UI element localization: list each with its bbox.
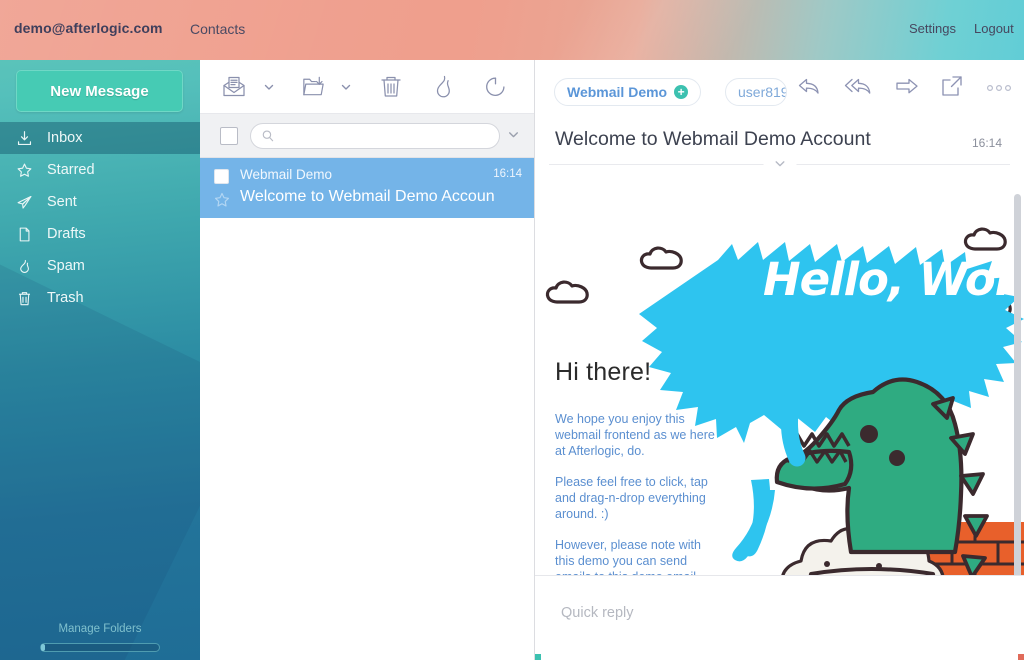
top-header: demo@afterlogic.com Contacts Settings Lo… [0,0,1024,60]
message-body-scrollbar[interactable] [1014,194,1021,579]
folder-list: Inbox Starred Sent Drafts Spam Trash [0,122,200,314]
sidebar-item-label: Drafts [47,225,86,242]
recipient-pill-label: user819 [738,84,787,100]
speech-bubble-text: Hello, World! [763,253,1024,306]
mark-read-icon[interactable] [220,73,248,101]
quick-reply-corner-left [535,654,541,660]
sidebar-item-label: Trash [47,289,84,306]
page-title: Welcome to Webmail Demo Account [555,128,871,150]
chevron-down-icon[interactable] [260,81,278,93]
message-greeting: Hi there! [555,358,652,386]
reply-all-icon[interactable] [844,74,874,98]
chevron-down-icon[interactable] [337,81,355,93]
sender-pill-label: Webmail Demo [567,84,668,100]
message-list-search-row [200,114,534,158]
webmail-app: New Message Inbox Starred Sent Drafts Sp… [0,0,1024,660]
message-paragraph: We hope you enjoy this webmail frontend … [555,412,715,458]
quick-reply-area[interactable]: Quick reply [535,575,1024,660]
flame-icon [16,257,38,275]
message-sender: Webmail Demo [240,167,333,182]
logout-link[interactable]: Logout [974,21,1014,36]
more-options-icon[interactable] [984,80,1014,92]
message-list-toolbar [200,60,534,114]
sidebar-item-label: Sent [47,193,77,210]
recipient-pill[interactable]: user819 [725,78,787,106]
add-contact-icon[interactable]: + [674,85,689,99]
sidebar-item-sent[interactable]: Sent [0,186,200,218]
quota-bar-fill [41,644,45,651]
chevron-down-icon[interactable] [500,128,526,144]
reading-pane-header: Webmail Demo + → user819 [535,60,1024,120]
sidebar-item-label: Spam [47,257,85,274]
forward-icon[interactable] [894,75,920,97]
sidebar-item-inbox[interactable]: Inbox [0,122,200,154]
trash-icon[interactable] [379,74,403,100]
file-icon [16,225,38,243]
message-time: 16:14 [493,168,522,180]
sidebar-item-label: Starred [47,161,95,178]
message-list-panel: Webmail Demo 16:14 Welcome to Webmail De… [200,60,535,660]
new-message-button[interactable]: New Message [16,70,183,112]
open-external-icon[interactable] [940,74,964,98]
sidebar-item-label: Inbox [47,129,83,146]
sender-pill[interactable]: Webmail Demo + [554,78,702,106]
select-all-checkbox[interactable] [220,126,238,145]
message-paragraph: Please feel free to click, tap and drag-… [555,475,708,521]
sidebar-item-spam[interactable]: Spam [0,250,200,282]
reading-pane: Webmail Demo + → user819 [535,60,1024,660]
chevron-down-icon[interactable] [763,157,796,174]
details-divider [549,157,1010,176]
sidebar-item-trash[interactable]: Trash [0,282,200,314]
sidebar: New Message Inbox Starred Sent Drafts Sp… [0,0,200,660]
search-input[interactable] [250,122,500,149]
star-icon[interactable] [213,191,231,214]
contacts-link[interactable]: Contacts [190,21,245,37]
manage-folders-link[interactable]: Manage Folders [0,623,200,635]
move-to-folder-icon[interactable] [300,73,327,100]
sidebar-item-starred[interactable]: Starred [0,154,200,186]
send-icon [16,193,38,211]
message-list-item[interactable]: Webmail Demo 16:14 Welcome to Webmail De… [200,158,534,218]
account-email: demo@afterlogic.com [14,20,163,36]
inbox-icon [16,129,38,147]
flame-icon[interactable] [430,74,455,100]
quota-bar [40,643,160,652]
quick-reply-corner-right [1018,654,1024,660]
message-body: Hello, World! [535,190,1024,635]
message-checkbox[interactable] [214,169,229,184]
trash-icon [16,289,38,307]
settings-link[interactable]: Settings [909,21,956,36]
quick-reply-input[interactable]: Quick reply [561,605,634,621]
reading-pane-actions [796,74,1014,98]
message-time: 16:14 [971,136,1002,150]
star-icon [16,161,38,179]
message-subject: Welcome to Webmail Demo Accoun [240,188,495,205]
refresh-icon[interactable] [483,74,508,100]
sidebar-item-drafts[interactable]: Drafts [0,218,200,250]
search-icon [261,129,275,143]
reply-icon[interactable] [796,74,824,98]
